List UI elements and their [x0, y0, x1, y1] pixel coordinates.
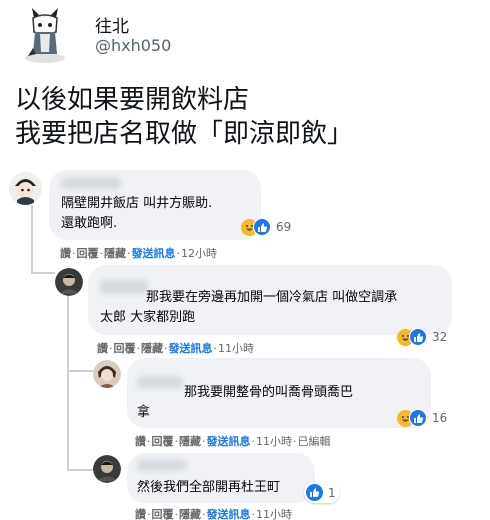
comment-text-line: 還敢跑啊. [61, 216, 118, 231]
comment-text-line: 那我要開整骨的叫喬骨頭喬巴 [184, 385, 354, 400]
commenter-avatar[interactable] [9, 172, 42, 205]
hide-button[interactable]: 隱藏 [104, 247, 126, 260]
comment-text-line: 隔壁開井飯店 叫井方賑助. [61, 196, 213, 211]
comment-text-line: 拿 [137, 405, 151, 420]
comment-actions: 讚·回覆·隱藏·發送訊息·11小時 [135, 508, 292, 520]
post-text-line-1: 以後如果要開飲料店 [15, 85, 250, 115]
hide-button[interactable]: 隱藏 [179, 508, 201, 520]
edited-label[interactable]: 已編輯 [298, 435, 331, 448]
commenter-name-redacted [137, 376, 183, 388]
reaction-summary[interactable]: 32 [397, 328, 447, 346]
poster-avatar[interactable] [20, 8, 70, 64]
like-reaction-icon [253, 218, 271, 236]
thread-line [67, 296, 69, 470]
poster-handle[interactable]: @hxh050 [95, 36, 171, 55]
avatar-icon [9, 172, 42, 205]
like-button[interactable]: 讚 [135, 435, 146, 448]
comment-text-line: 那我要在旁邊再加開一個冷氣店 叫做空調承 [146, 290, 398, 305]
like-button[interactable]: 讚 [60, 247, 71, 260]
reaction-count: 1 [328, 485, 336, 500]
reaction-summary[interactable]: 69 [241, 218, 291, 236]
commenter-name-redacted [61, 177, 121, 189]
thread-line-branch [67, 370, 93, 372]
reaction-count: 32 [432, 330, 448, 344]
avatar-icon [55, 268, 83, 296]
reply-button[interactable]: 回覆 [152, 435, 174, 448]
hide-button[interactable]: 隱藏 [179, 435, 201, 448]
like-button[interactable]: 讚 [97, 342, 108, 355]
comment-time[interactable]: 12小時 [181, 247, 217, 260]
avatar-icon [93, 360, 121, 388]
like-button[interactable]: 讚 [135, 508, 146, 520]
like-reaction-icon [409, 328, 427, 346]
send-message-link[interactable]: 發送訊息 [169, 342, 213, 355]
reply-button[interactable]: 回覆 [114, 342, 136, 355]
comment-actions: 讚·回覆·隱藏·發送訊息·11小時 [97, 342, 254, 355]
commenter-name-redacted [100, 280, 148, 294]
commenter-name-redacted [137, 460, 187, 471]
thread-line-branch [67, 469, 93, 471]
commenter-avatar[interactable] [93, 455, 121, 483]
comment-time[interactable]: 11小時 [256, 508, 292, 520]
reaction-summary[interactable]: 16 [397, 409, 447, 427]
avatar-icon [93, 455, 121, 483]
poster-name[interactable]: 往北 [95, 12, 129, 37]
comment-bubble: 隔壁開井飯店 叫井方賑助. 還敢跑啊. [49, 170, 261, 240]
comment-text-line: 太郎 大家都別跑 [100, 310, 196, 325]
comment-time[interactable]: 11小時 [256, 435, 292, 448]
comment-text-line: 然後我們全部開再杜王町 [137, 480, 281, 495]
hide-button[interactable]: 隱藏 [141, 342, 163, 355]
reply-button[interactable]: 回覆 [152, 508, 174, 520]
commenter-avatar[interactable] [93, 360, 121, 388]
reaction-count: 69 [276, 220, 292, 234]
comment-actions: 讚·回覆·隱藏·發送訊息·12小時 [60, 247, 217, 260]
like-reaction-icon [409, 409, 427, 427]
post-text-line-2: 我要把店名取做「即涼即飲」 [15, 119, 354, 149]
send-message-link[interactable]: 發送訊息 [207, 508, 251, 520]
comment-bubble: 然後我們全部開再杜王町 [127, 453, 315, 503]
comment-actions: 讚·回覆·隱藏·發送訊息·11小時·已編輯 [135, 435, 331, 448]
thread-line-branch [31, 272, 55, 274]
reply-button[interactable]: 回覆 [77, 247, 99, 260]
avatar-cat-icon [25, 8, 65, 63]
comment-bubble: 那我要在旁邊再加開一個冷氣店 叫做空調承 太郎 大家都別跑 [88, 265, 452, 335]
reaction-summary[interactable]: 1 [304, 482, 340, 503]
thread-line [31, 205, 33, 273]
send-message-link[interactable]: 發送訊息 [207, 435, 251, 448]
send-message-link[interactable]: 發送訊息 [132, 247, 176, 260]
comment-time[interactable]: 11小時 [218, 342, 254, 355]
comment-bubble: 那我要開整骨的叫喬骨頭喬巴 拿 [127, 358, 431, 428]
reaction-count: 16 [432, 411, 448, 425]
like-reaction-icon [306, 484, 323, 501]
commenter-avatar[interactable] [55, 268, 83, 296]
